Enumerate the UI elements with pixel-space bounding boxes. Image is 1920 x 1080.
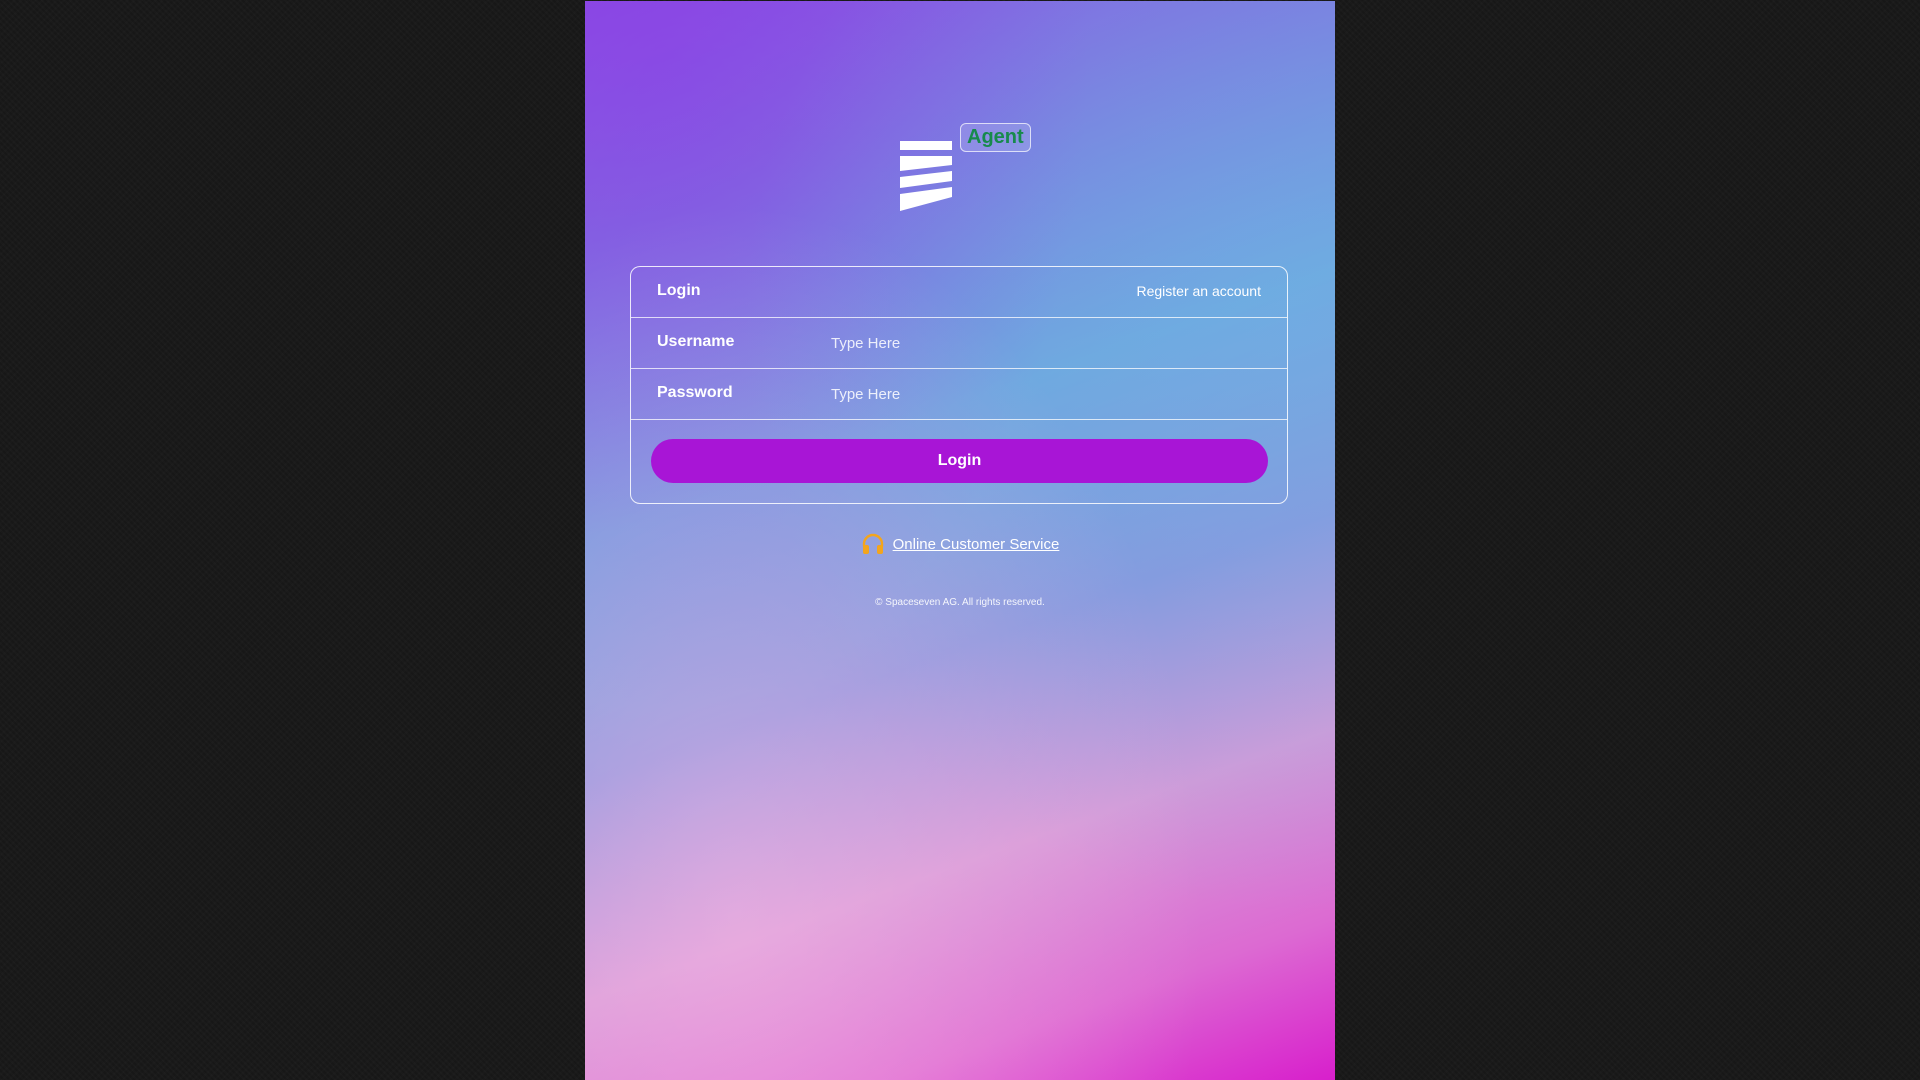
password-input[interactable]: [831, 379, 1261, 409]
copyright-text: © Spaceseven AG. All rights reserved.: [875, 597, 1045, 608]
login-form-header: Login Register an account: [631, 267, 1287, 318]
username-label: Username: [657, 333, 735, 350]
login-screen: Agent Login Register an account Username…: [585, 1, 1335, 1080]
register-account-link[interactable]: Register an account: [1136, 283, 1261, 299]
username-row: Username: [631, 318, 1287, 369]
username-input[interactable]: [831, 328, 1261, 358]
password-row: Password: [631, 369, 1287, 420]
headset-icon: [862, 533, 883, 554]
login-form: Login Register an account Username Passw…: [630, 266, 1288, 504]
customer-service-row: Online Customer Service: [585, 531, 1335, 557]
login-title: Login: [657, 282, 701, 299]
spaceseven-logo-icon: [900, 141, 952, 211]
agent-badge: Agent: [960, 123, 1031, 152]
password-label: Password: [657, 384, 733, 401]
online-customer-service-link[interactable]: Online Customer Service: [893, 536, 1060, 553]
login-button[interactable]: Login: [651, 439, 1268, 483]
brand-logo: Agent: [898, 123, 1038, 213]
